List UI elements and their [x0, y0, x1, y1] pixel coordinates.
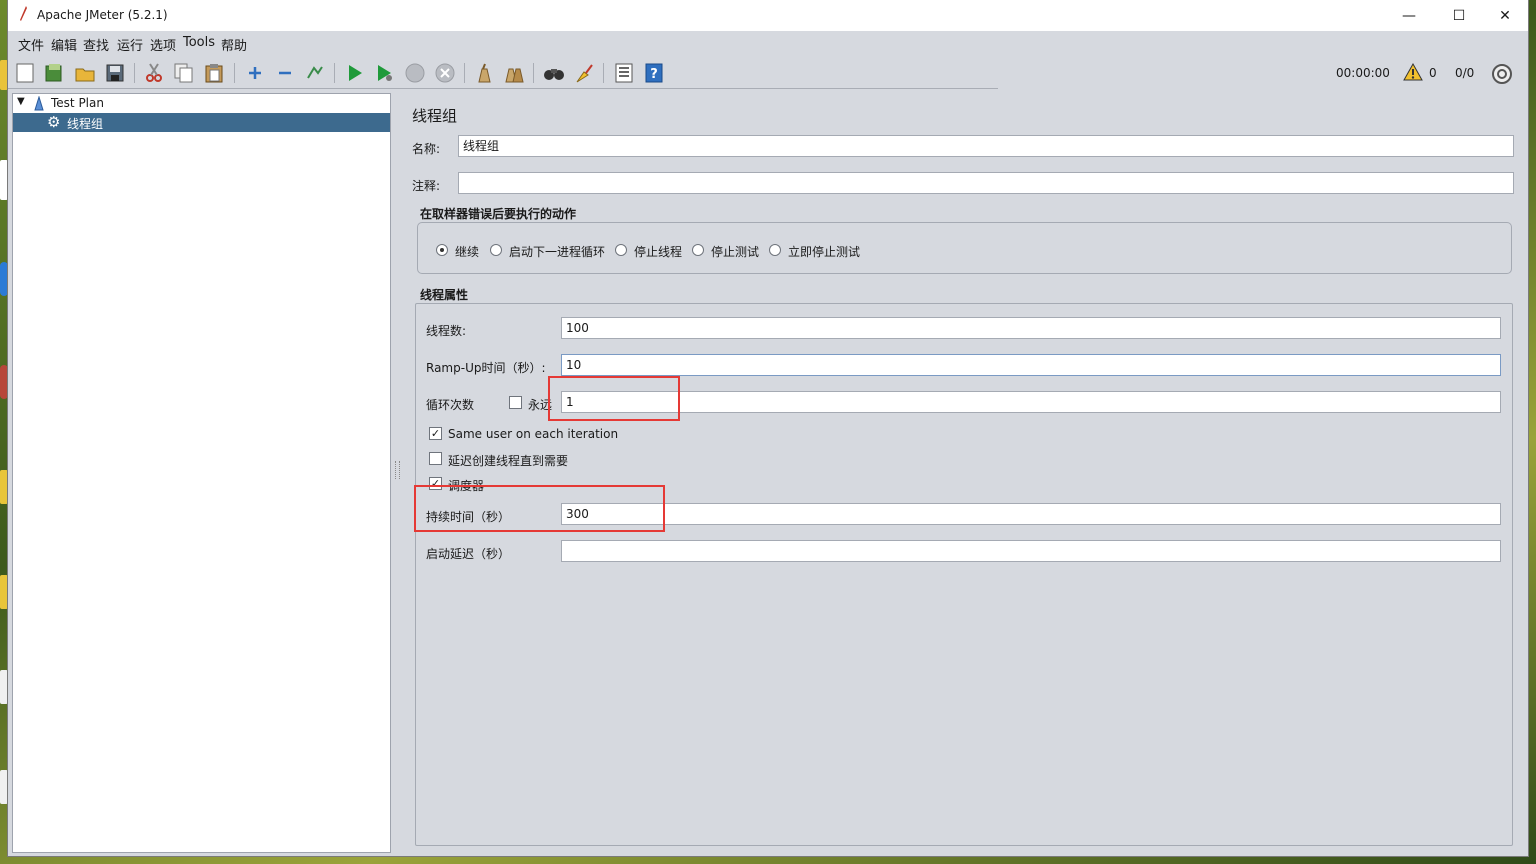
tree-node-thread-group[interactable]: ⚙ 线程组	[13, 113, 390, 132]
delay-create-label[interactable]: 延迟创建线程直到需要	[448, 452, 568, 469]
radio-start-next-loop[interactable]	[490, 244, 502, 256]
radio-continue-label[interactable]: 继续	[455, 243, 479, 260]
rampup-field[interactable]: 10	[561, 354, 1501, 376]
radio-start-next-loop-label[interactable]: 启动下一进程循环	[509, 243, 605, 260]
toolbar-separator	[533, 63, 534, 83]
toolbar-separator	[603, 63, 604, 83]
maximize-button[interactable]: ☐	[1436, 0, 1482, 31]
window-title: Apache JMeter (5.2.1)	[37, 8, 168, 22]
toolbar-separator	[234, 63, 235, 83]
menu-search[interactable]: 查找	[83, 35, 109, 54]
menu-bar: 文件 编辑 查找 运行 选项 Tools 帮助	[8, 31, 1528, 55]
reset-search-icon[interactable]	[572, 61, 596, 85]
help-icon[interactable]: ?	[642, 61, 666, 85]
test-plan-icon	[34, 96, 44, 111]
split-pane-divider[interactable]	[394, 93, 400, 853]
warning-icon[interactable]	[1403, 63, 1423, 81]
thread-properties-title: 线程属性	[420, 288, 469, 302]
active-threads: 0/0	[1455, 66, 1475, 80]
radio-stop-thread[interactable]	[615, 244, 627, 256]
threads-field[interactable]: 100	[561, 317, 1501, 339]
startup-delay-label: 启动延迟（秒）	[426, 547, 511, 561]
cut-icon[interactable]	[142, 61, 166, 85]
test-plan-tree: ▼ Test Plan ⚙ 线程组	[12, 93, 391, 853]
loop-count-field[interactable]: 1	[561, 391, 1501, 413]
rampup-label: Ramp-Up时间（秒）:	[426, 361, 546, 375]
clear-icon[interactable]	[472, 61, 496, 85]
name-field[interactable]: 线程组	[458, 135, 1514, 157]
tree-node-test-plan[interactable]: ▼ Test Plan	[13, 94, 390, 113]
expand-icon[interactable]	[243, 61, 267, 85]
menu-options[interactable]: 选项	[150, 35, 176, 54]
jmeter-feather-icon	[20, 6, 27, 21]
same-user-label[interactable]: Same user on each iteration	[448, 427, 618, 441]
expand-arrow-icon[interactable]: ▼	[17, 96, 25, 107]
thread-group-panel: 线程组 名称: 线程组 注释: 在取样器错误后要执行的动作 继续 启动下一进程循…	[402, 93, 1528, 856]
toolbar-separator	[334, 63, 335, 83]
collapse-icon[interactable]	[273, 61, 297, 85]
threads-label: 线程数:	[426, 324, 467, 338]
copy-icon[interactable]	[172, 61, 196, 85]
radio-stop-test-now[interactable]	[769, 244, 781, 256]
start-no-timers-icon[interactable]	[373, 61, 397, 85]
error-action-title: 在取样器错误后要执行的动作	[420, 207, 577, 221]
toolbar-separator	[134, 63, 135, 83]
save-icon[interactable]	[103, 61, 127, 85]
minimize-button[interactable]: —	[1386, 0, 1432, 31]
comment-label: 注释:	[412, 179, 441, 193]
forever-checkbox[interactable]	[509, 396, 522, 409]
new-icon[interactable]	[13, 61, 37, 85]
tree-label: 线程组	[67, 117, 104, 131]
radio-stop-test-label[interactable]: 停止测试	[711, 243, 759, 260]
toolbar: ?	[8, 57, 1528, 89]
name-label: 名称:	[412, 142, 441, 156]
menu-tools[interactable]: Tools	[183, 35, 215, 50]
toggle-icon[interactable]	[303, 61, 327, 85]
startup-delay-field[interactable]	[561, 540, 1501, 562]
menu-edit[interactable]: 编辑	[51, 35, 77, 54]
duration-field[interactable]: 300	[561, 503, 1501, 525]
elapsed-timer: 00:00:00	[1336, 66, 1390, 80]
start-icon[interactable]	[343, 61, 367, 85]
comment-field[interactable]	[458, 172, 1514, 194]
gear-icon: ⚙	[47, 113, 61, 131]
svg-text:?: ?	[650, 67, 658, 82]
splitter-grip[interactable]	[395, 461, 400, 479]
radio-stop-thread-label[interactable]: 停止线程	[634, 243, 682, 260]
clear-all-icon[interactable]	[502, 61, 526, 85]
toolbar-separator	[464, 63, 465, 83]
shutdown-icon[interactable]	[433, 61, 457, 85]
loop-count-label: 循环次数	[426, 398, 475, 412]
menu-run[interactable]: 运行	[117, 35, 143, 54]
search-icon[interactable]	[542, 61, 566, 85]
templates-icon[interactable]	[42, 61, 66, 85]
panel-heading: 线程组	[412, 107, 458, 125]
jmeter-window: Apache JMeter (5.2.1) — ☐ ✕ 文件 编辑 查找 运行 …	[8, 0, 1528, 856]
stop-icon[interactable]	[403, 61, 427, 85]
radio-stop-test-now-label[interactable]: 立即停止测试	[788, 243, 860, 260]
function-helper-icon[interactable]	[612, 61, 636, 85]
title-bar: Apache JMeter (5.2.1) — ☐ ✕	[8, 0, 1528, 31]
radio-continue[interactable]	[436, 244, 448, 256]
menu-file[interactable]: 文件	[18, 35, 44, 54]
close-button[interactable]: ✕	[1482, 0, 1528, 31]
paste-icon[interactable]	[202, 61, 226, 85]
same-user-checkbox[interactable]: ✓	[429, 427, 442, 440]
annotation-highlight-duration	[414, 485, 665, 532]
open-icon[interactable]	[73, 61, 97, 85]
radio-stop-test[interactable]	[692, 244, 704, 256]
remote-engines-icon[interactable]	[1491, 63, 1513, 85]
menu-help[interactable]: 帮助	[221, 35, 247, 54]
annotation-highlight-loop	[548, 376, 680, 421]
tree-label: Test Plan	[51, 96, 104, 110]
warning-count: 0	[1429, 66, 1437, 80]
toolbar-divider	[8, 88, 998, 89]
delay-create-checkbox[interactable]	[429, 452, 442, 465]
